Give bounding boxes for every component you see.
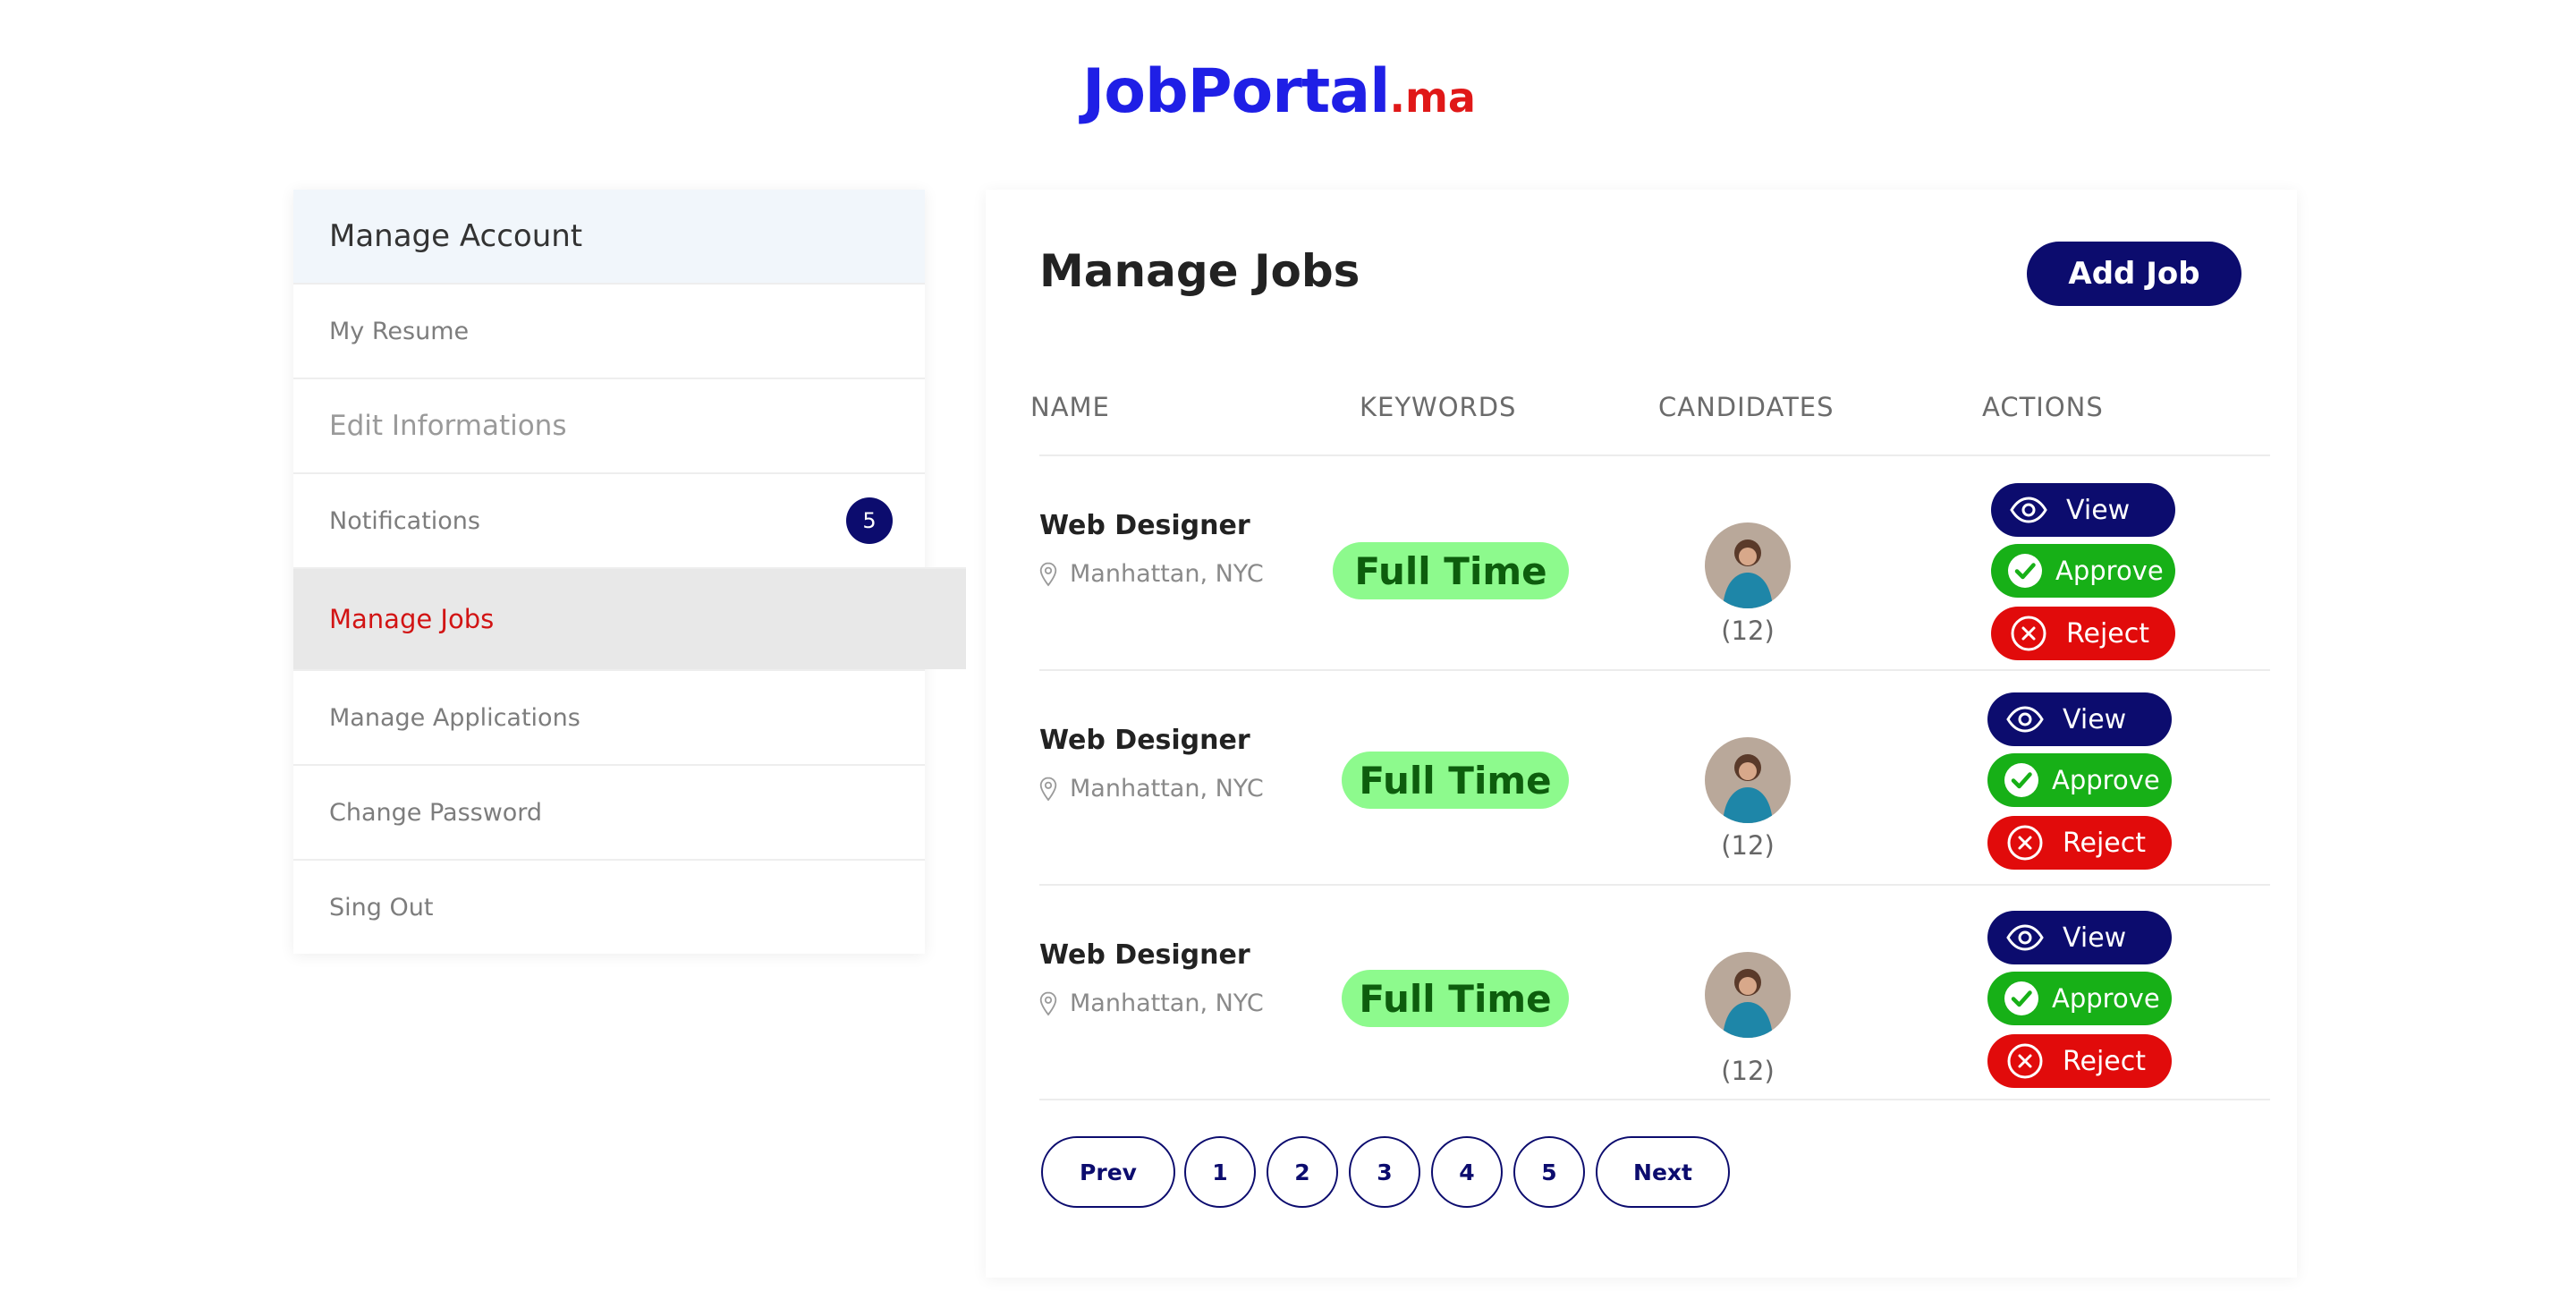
sidebar-item-label: Notifications: [329, 506, 480, 535]
check-circle-icon: [2002, 979, 2041, 1018]
approve-button-label: Approve: [2052, 765, 2160, 795]
eye-icon: [2005, 700, 2045, 739]
approve-button-label: Approve: [2055, 556, 2164, 586]
avatar-image: [1705, 737, 1791, 823]
job-location: Manhattan, NYC: [1039, 989, 1264, 1017]
sidebar-item-label: Manage Applications: [329, 703, 580, 732]
sidebar-item-manage-jobs[interactable]: Manage Jobs: [293, 567, 966, 669]
eye-icon: [2009, 490, 2048, 530]
candidate-avatar[interactable]: [1705, 737, 1791, 823]
candidate-avatar[interactable]: [1705, 522, 1791, 608]
candidate-count: (12): [1721, 1056, 1775, 1086]
notifications-count-badge: 5: [846, 497, 893, 544]
table-divider: [1039, 884, 2270, 886]
avatar-image: [1705, 952, 1791, 1038]
sidebar-item-notifications[interactable]: Notifications 5: [293, 472, 925, 567]
pagination-page-4[interactable]: 4: [1431, 1136, 1503, 1208]
check-circle-icon: [2005, 551, 2045, 590]
eye-icon: [2005, 918, 2045, 957]
sidebar-item-my-resume[interactable]: My Resume: [293, 283, 925, 378]
table-divider: [1039, 1099, 2270, 1100]
view-button-label: View: [2063, 922, 2127, 954]
sidebar-item-manage-applications[interactable]: Manage Applications: [293, 669, 925, 764]
job-location: Manhattan, NYC: [1039, 560, 1264, 588]
keyword-badge: Full Time: [1342, 970, 1569, 1027]
pagination-next-button[interactable]: Next: [1596, 1136, 1730, 1208]
reject-button[interactable]: Reject: [1991, 607, 2175, 660]
reject-button[interactable]: Reject: [1987, 816, 2172, 870]
sidebar-item-label: My Resume: [329, 317, 470, 345]
approve-button[interactable]: Approve: [1991, 544, 2175, 598]
job-title[interactable]: Web Designer: [1039, 725, 1250, 756]
view-button[interactable]: View: [1991, 483, 2175, 537]
site-logo[interactable]: JobPortal.ma: [1082, 52, 1476, 138]
candidate-count: (12): [1721, 830, 1775, 861]
column-header-keywords: KEYWORDS: [1360, 392, 1517, 422]
sidebar-item-sign-out[interactable]: Sing Out: [293, 859, 925, 954]
reject-button-label: Reject: [2063, 827, 2147, 859]
sidebar-item-label: Change Password: [329, 798, 543, 827]
close-circle-icon: [2005, 1041, 2045, 1081]
column-header-name: NAME: [1030, 392, 1110, 422]
manage-jobs-panel: Manage Jobs Add Job NAME KEYWORDS CANDID…: [986, 190, 2297, 1278]
candidate-count: (12): [1721, 616, 1775, 646]
add-job-button[interactable]: Add Job: [2027, 242, 2241, 306]
view-button[interactable]: View: [1987, 911, 2172, 964]
job-location-text: Manhattan, NYC: [1070, 989, 1264, 1017]
location-pin-icon: [1039, 991, 1057, 1015]
view-button-label: View: [2063, 703, 2127, 735]
approve-button[interactable]: Approve: [1987, 753, 2172, 807]
logo-name: JobPortal: [1082, 56, 1390, 127]
avatar-image: [1705, 522, 1791, 608]
sidebar-item-label: Sing Out: [329, 893, 434, 922]
view-button[interactable]: View: [1987, 692, 2172, 746]
pagination-prev-button[interactable]: Prev: [1041, 1136, 1175, 1208]
column-header-candidates: CANDIDATES: [1658, 392, 1835, 422]
reject-button-label: Reject: [2066, 617, 2150, 650]
keyword-badge: Full Time: [1342, 752, 1569, 809]
job-location-text: Manhattan, NYC: [1070, 560, 1264, 588]
approve-button[interactable]: Approve: [1987, 972, 2172, 1025]
page: JobPortal.ma Manage Account My Resume Ed…: [0, 0, 2576, 1308]
page-title: Manage Jobs: [1039, 245, 1360, 297]
table-divider: [1039, 669, 2270, 671]
logo-tld: .ma: [1389, 73, 1476, 122]
reject-button[interactable]: Reject: [1987, 1034, 2172, 1088]
sidebar-item-edit-informations[interactable]: Edit Informations: [293, 378, 925, 472]
close-circle-icon: [2005, 823, 2045, 862]
pagination-page-3[interactable]: 3: [1349, 1136, 1420, 1208]
job-title[interactable]: Web Designer: [1039, 510, 1250, 541]
sidebar-item-label: Manage Jobs: [329, 604, 495, 634]
pagination-page-2[interactable]: 2: [1267, 1136, 1338, 1208]
job-location-text: Manhattan, NYC: [1070, 775, 1264, 803]
location-pin-icon: [1039, 562, 1057, 586]
sidebar-item-change-password[interactable]: Change Password: [293, 764, 925, 859]
job-location: Manhattan, NYC: [1039, 775, 1264, 803]
sidebar-item-label: Edit Informations: [329, 410, 567, 442]
account-sidebar: Manage Account My Resume Edit Informatio…: [293, 190, 966, 954]
column-header-actions: ACTIONS: [1982, 392, 2104, 422]
sidebar-title: Manage Account: [293, 190, 925, 283]
job-title[interactable]: Web Designer: [1039, 939, 1250, 971]
view-button-label: View: [2066, 494, 2131, 526]
approve-button-label: Approve: [2052, 983, 2160, 1014]
keyword-badge: Full Time: [1333, 542, 1569, 599]
reject-button-label: Reject: [2063, 1045, 2147, 1077]
candidate-avatar[interactable]: [1705, 952, 1791, 1038]
pagination-page-5[interactable]: 5: [1513, 1136, 1585, 1208]
check-circle-icon: [2002, 760, 2041, 800]
pagination-page-1[interactable]: 1: [1184, 1136, 1256, 1208]
location-pin-icon: [1039, 777, 1057, 801]
close-circle-icon: [2009, 614, 2048, 653]
table-divider: [1039, 454, 2270, 456]
